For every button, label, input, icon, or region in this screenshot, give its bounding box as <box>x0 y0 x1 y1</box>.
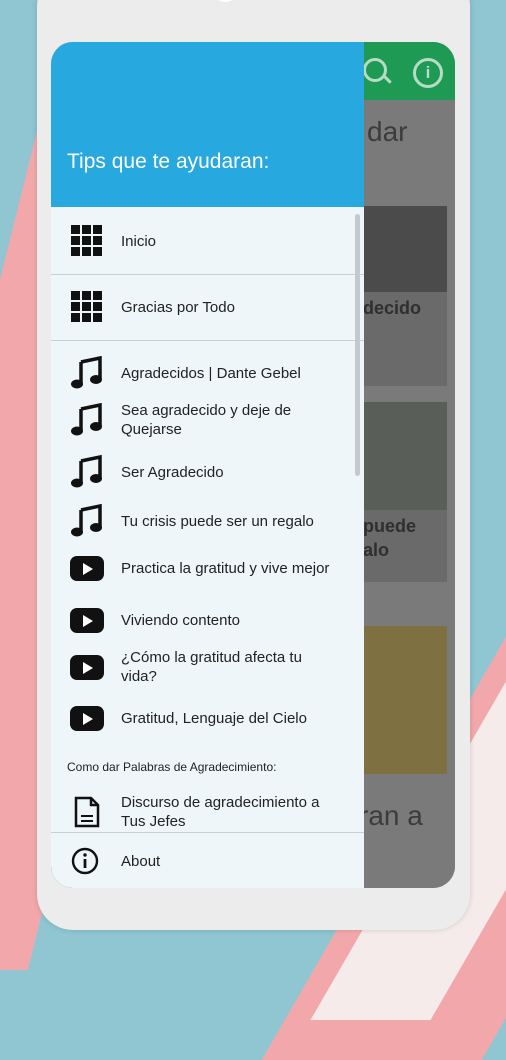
video-play-icon <box>69 550 105 586</box>
content-card[interactable] <box>363 626 447 774</box>
menu-item-document[interactable]: Discurso de agradecimiento a Tus Jefes <box>51 793 351 831</box>
menu-item-inicio[interactable]: Inicio <box>51 223 351 259</box>
menu-item-label: Ser Agradecido <box>121 463 224 481</box>
menu-item-label: Sea agradecido y deje de Quejarse <box>121 402 292 438</box>
menu-item-about[interactable]: About <box>51 832 364 888</box>
menu-item-label: Gracias por Todo <box>121 298 235 316</box>
menu-item-video[interactable]: Practica la gratitud y vive mejor <box>51 550 351 586</box>
menu-item-gracias-por-todo[interactable]: Gracias por Todo <box>51 289 351 325</box>
card-title: decido <box>363 298 422 318</box>
divider <box>51 340 364 341</box>
drawer-menu-list: Inicio Gracias por Todo Agradecidos | Da… <box>51 207 364 832</box>
search-icon[interactable] <box>363 58 387 82</box>
menu-item-audio[interactable]: Agradecidos | Dante Gebel <box>51 355 351 391</box>
video-play-icon <box>69 602 105 638</box>
music-note-icon <box>69 454 105 490</box>
menu-item-label: Discurso de agradecimiento a Tus Jefes <box>121 794 320 830</box>
menu-item-video[interactable]: ¿Cómo la gratitud afecta tu vida? <box>51 648 351 686</box>
card-title: puede alo <box>363 516 417 560</box>
drawer-header: Tips que te ayudaran: <box>51 42 364 207</box>
menu-item-audio[interactable]: Sea agradecido y deje de Quejarse <box>51 401 351 439</box>
content-card[interactable]: puede alo <box>363 402 447 582</box>
app-bottom-text: ran a <box>359 800 423 831</box>
card-image <box>363 402 447 510</box>
drawer-scrollbar[interactable] <box>355 214 360 476</box>
menu-item-audio[interactable]: Tu crisis puede ser un regalo <box>51 503 351 539</box>
music-note-icon <box>69 503 105 539</box>
document-icon <box>69 794 105 830</box>
menu-item-label: Inicio <box>121 232 157 250</box>
divider <box>51 274 364 275</box>
grid-icon <box>69 223 105 259</box>
app-heading: dar <box>367 116 408 147</box>
menu-item-audio[interactable]: Ser Agradecido <box>51 454 351 490</box>
video-play-icon <box>69 700 105 736</box>
menu-item-label: ¿Cómo la gratitud afecta tu vida? <box>121 649 302 685</box>
card-image <box>363 626 447 774</box>
music-note-icon <box>69 355 105 391</box>
card-image <box>363 206 447 292</box>
grid-icon <box>69 289 105 325</box>
info-icon <box>71 847 99 875</box>
content-card[interactable]: decido <box>363 206 447 386</box>
about-label: About <box>121 852 161 870</box>
info-icon[interactable]: i <box>413 58 443 88</box>
section-header: Como dar Palabras de Agradecimiento: <box>67 760 277 774</box>
phone-screen: i dar decido puede alo ran a Tips que te… <box>51 42 455 888</box>
video-play-icon <box>69 649 105 685</box>
menu-item-label: Viviendo contento <box>121 611 240 629</box>
front-camera <box>213 0 238 2</box>
navigation-drawer: Tips que te ayudaran: Inicio Gracias por… <box>51 42 364 888</box>
menu-item-video[interactable]: Viviendo contento <box>51 602 351 638</box>
menu-item-label: Agradecidos | Dante Gebel <box>121 364 301 382</box>
menu-item-label: Tu crisis puede ser un regalo <box>121 512 314 530</box>
menu-item-video[interactable]: Gratitud, Lenguaje del Cielo <box>51 700 351 736</box>
drawer-title: Tips que te ayudaran: <box>67 150 270 173</box>
menu-item-label: Practica la gratitud y vive mejor <box>121 559 330 577</box>
music-note-icon <box>69 402 105 438</box>
menu-item-label: Gratitud, Lenguaje del Cielo <box>121 709 307 727</box>
